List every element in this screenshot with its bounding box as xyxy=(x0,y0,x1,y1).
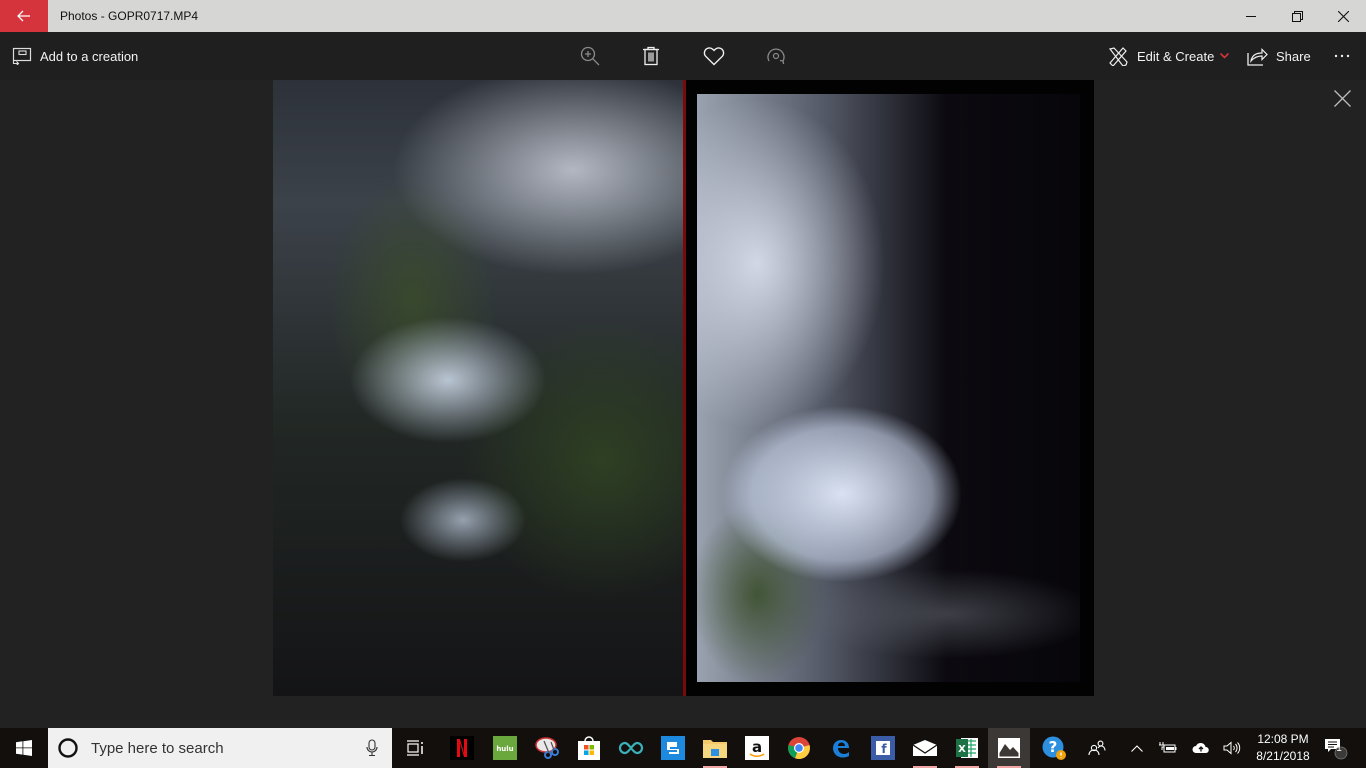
taskbar-app-facebook[interactable]: f xyxy=(862,728,904,768)
favorite-button[interactable] xyxy=(694,32,734,80)
taskbar-app-microsoft-store[interactable] xyxy=(568,728,610,768)
speaker-icon xyxy=(1223,741,1241,755)
taskbar-app-file-explorer[interactable] xyxy=(694,728,736,768)
snip-sketch-icon xyxy=(535,737,559,759)
search-placeholder: Type here to search xyxy=(91,739,224,757)
restore-button[interactable] xyxy=(1274,0,1320,32)
battery-charging-icon xyxy=(1159,742,1177,753)
svg-text:?: ? xyxy=(1049,738,1058,756)
zoom-in-icon xyxy=(580,46,600,66)
rotate-button[interactable] xyxy=(756,32,796,80)
svg-text:hulu: hulu xyxy=(496,745,513,753)
more-options-button[interactable] xyxy=(1330,32,1354,80)
sway-icon xyxy=(661,736,685,760)
hulu-icon: hulu xyxy=(493,736,517,760)
show-hidden-icons-button[interactable] xyxy=(1126,728,1148,768)
video-panel-left xyxy=(273,80,683,696)
microsoft-store-icon xyxy=(578,736,600,760)
back-arrow-icon xyxy=(17,10,30,22)
taskbar-app-hulu[interactable]: hulu xyxy=(484,728,526,768)
onedrive-button[interactable] xyxy=(1189,728,1213,768)
zoom-in-button[interactable] xyxy=(570,32,610,80)
more-dots-icon xyxy=(1334,54,1350,58)
close-icon xyxy=(1333,89,1351,107)
edit-create-label: Edit & Create xyxy=(1137,48,1215,64)
microphone-icon[interactable] xyxy=(366,739,378,757)
taskbar-app-excel[interactable]: X xyxy=(946,728,988,768)
taskbar-app-snip-sketch[interactable] xyxy=(526,728,568,768)
clock-date: 8/21/2018 xyxy=(1256,749,1310,763)
task-view-icon xyxy=(407,740,423,756)
minimize-icon xyxy=(1246,16,1256,17)
action-center-button[interactable]: 1 xyxy=(1320,728,1350,768)
taskbar-app-mail[interactable] xyxy=(904,728,946,768)
mail-icon xyxy=(912,740,938,756)
delete-button[interactable] xyxy=(631,32,671,80)
task-view-button[interactable] xyxy=(395,728,437,768)
folder-icon xyxy=(703,740,727,758)
rotate-icon xyxy=(767,48,785,65)
battery-button[interactable] xyxy=(1156,728,1180,768)
edge-icon xyxy=(833,740,849,758)
people-icon xyxy=(1088,740,1106,756)
taskbar-app-edge[interactable] xyxy=(820,728,862,768)
taskbar-app-get-help[interactable]: ? xyxy=(1033,728,1075,768)
close-window-button[interactable] xyxy=(1320,0,1366,32)
back-button[interactable] xyxy=(0,0,48,32)
window-title: Photos - GOPR0717.MP4 xyxy=(60,9,199,23)
svg-text:X: X xyxy=(958,744,966,755)
heart-icon xyxy=(703,46,725,65)
close-viewer-button[interactable] xyxy=(1330,86,1354,110)
video-frame[interactable] xyxy=(273,80,1094,696)
share-icon xyxy=(1247,47,1268,66)
help-icon: ? xyxy=(1042,736,1066,760)
taskbar-app-sway[interactable] xyxy=(652,728,694,768)
facebook-icon: f xyxy=(871,736,895,760)
photos-icon xyxy=(998,738,1020,758)
cloud-upload-icon xyxy=(1192,742,1209,753)
amazon-icon: a xyxy=(745,736,769,760)
windows-logo-icon xyxy=(16,740,32,756)
svg-text:a: a xyxy=(752,738,762,756)
add-to-creation-button[interactable]: Add to a creation xyxy=(12,32,138,80)
add-to-creation-label: Add to a creation xyxy=(40,48,139,64)
minimize-button[interactable] xyxy=(1228,0,1274,32)
volume-button[interactable] xyxy=(1220,728,1244,768)
title-bar: Photos - GOPR0717.MP4 xyxy=(0,0,1366,32)
delete-icon xyxy=(643,46,659,66)
taskbar-app-netflix[interactable] xyxy=(441,728,483,768)
people-button[interactable] xyxy=(1084,728,1110,768)
edit-create-button[interactable]: Edit & Create xyxy=(1108,32,1230,80)
taskbar-clock[interactable]: 12:08 PM 8/21/2018 xyxy=(1246,728,1320,768)
taskbar-app-photos[interactable] xyxy=(988,728,1030,768)
edit-create-icon xyxy=(1108,47,1128,66)
share-label: Share xyxy=(1276,48,1311,64)
taskbar-app-amazon[interactable]: a xyxy=(736,728,778,768)
chevron-down-icon xyxy=(1220,53,1230,59)
app-toolbar: Add to a creation Edit & Create Share xyxy=(0,32,1366,80)
infinity-icon xyxy=(618,741,644,755)
close-icon xyxy=(1337,10,1349,22)
panel-divider xyxy=(683,80,686,696)
video-panel-right xyxy=(697,94,1080,682)
restore-icon xyxy=(1291,10,1303,22)
svg-text:f: f xyxy=(881,742,887,756)
clock-time: 12:08 PM xyxy=(1257,732,1309,746)
taskbar: Type here to search hulu a f X ? 12:08 P… xyxy=(0,728,1366,768)
taskbar-app-chrome[interactable] xyxy=(778,728,820,768)
add-to-creation-icon xyxy=(12,47,32,65)
chrome-icon xyxy=(788,737,810,760)
cortana-icon xyxy=(58,738,78,758)
netflix-icon xyxy=(450,736,474,760)
notification-count-badge: 1 xyxy=(1336,743,1342,754)
taskbar-search-box[interactable]: Type here to search xyxy=(48,728,392,768)
start-button[interactable] xyxy=(0,728,48,768)
chevron-up-icon xyxy=(1131,744,1143,752)
share-button[interactable]: Share xyxy=(1247,32,1311,80)
taskbar-app-arduino[interactable] xyxy=(610,728,652,768)
excel-icon: X xyxy=(956,738,978,758)
photo-viewer xyxy=(0,80,1366,728)
